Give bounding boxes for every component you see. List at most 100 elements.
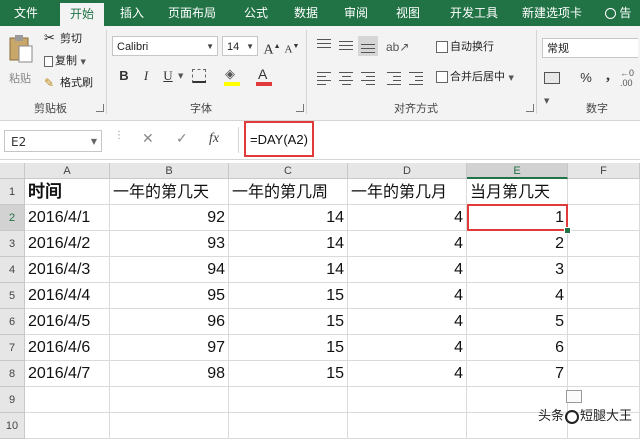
enter-icon[interactable]: ✓ <box>176 131 188 147</box>
cell-e3[interactable]: 2 <box>467 231 568 257</box>
cell-b6[interactable]: 96 <box>110 309 229 335</box>
align-middle-button[interactable] <box>336 36 356 56</box>
cell-a6[interactable]: 2016/4/5 <box>25 309 110 335</box>
comma-style-button[interactable]: , <box>598 66 618 86</box>
orientation-button[interactable]: ab↗ <box>386 36 412 56</box>
cell-c4[interactable]: 14 <box>229 257 348 283</box>
cancel-icon[interactable]: ✕ <box>142 131 154 147</box>
row-header-10[interactable]: 10 <box>0 413 25 439</box>
font-size-select[interactable]: 14 ▼ <box>222 36 258 56</box>
tab-new[interactable]: 新建选项卡 <box>518 0 586 26</box>
fill-color-button[interactable]: ◈ <box>222 66 244 88</box>
increase-indent-button[interactable] <box>406 68 426 88</box>
cell-c3[interactable]: 14 <box>229 231 348 257</box>
cell-e6[interactable]: 5 <box>467 309 568 335</box>
cell-d4[interactable]: 4 <box>348 257 467 283</box>
cell-c6[interactable]: 15 <box>229 309 348 335</box>
row-header-5[interactable]: 5 <box>0 283 25 309</box>
row-header-4[interactable]: 4 <box>0 257 25 283</box>
tab-developer[interactable]: 开发工具 <box>442 0 506 26</box>
align-center-button[interactable] <box>336 68 356 88</box>
tab-file[interactable]: 文件 <box>8 0 44 26</box>
tab-insert[interactable]: 插入 <box>112 0 152 26</box>
decrease-indent-button[interactable] <box>384 68 404 88</box>
insert-function-icon[interactable]: fx <box>209 131 219 147</box>
tab-view[interactable]: 视图 <box>388 0 428 26</box>
currency-button[interactable]: ▼ <box>544 68 568 105</box>
italic-button[interactable]: I <box>136 66 156 86</box>
cell-d9[interactable] <box>348 387 467 413</box>
cell-f3[interactable] <box>568 231 640 257</box>
row-header-6[interactable]: 6 <box>0 309 25 335</box>
cell-c7[interactable]: 15 <box>229 335 348 361</box>
cell-f1[interactable] <box>568 179 640 205</box>
cell-a8[interactable]: 2016/4/7 <box>25 361 110 387</box>
column-header-b[interactable]: B <box>110 163 229 179</box>
cell-d1[interactable]: 一年的第几月 <box>348 179 467 205</box>
cell-c2[interactable]: 14 <box>229 205 348 231</box>
cell-a2[interactable]: 2016/4/1 <box>25 205 110 231</box>
chevron-down-icon[interactable]: ▼ <box>178 72 183 80</box>
cell-e2[interactable]: 1 <box>467 205 568 231</box>
cell-e8[interactable]: 7 <box>467 361 568 387</box>
cell-c9[interactable] <box>229 387 348 413</box>
increase-decimal-button[interactable]: ←0.00 <box>620 68 638 88</box>
copy-button[interactable]: 复制 ▼ <box>44 52 86 70</box>
quick-analysis-icon[interactable] <box>566 390 582 403</box>
cell-d8[interactable]: 4 <box>348 361 467 387</box>
cell-b10[interactable] <box>110 413 229 439</box>
align-right-button[interactable] <box>358 68 378 88</box>
cell-d3[interactable]: 4 <box>348 231 467 257</box>
alignment-launcher-icon[interactable] <box>526 104 534 112</box>
cell-c10[interactable] <box>229 413 348 439</box>
column-header-d[interactable]: D <box>348 163 467 179</box>
select-all-corner[interactable] <box>0 163 25 179</box>
font-name-select[interactable]: Calibri ▼ <box>112 36 218 56</box>
cell-f6[interactable] <box>568 309 640 335</box>
align-top-button[interactable] <box>314 36 334 56</box>
cell-e7[interactable]: 6 <box>467 335 568 361</box>
tab-data[interactable]: 数据 <box>286 0 326 26</box>
column-header-c[interactable]: C <box>229 163 348 179</box>
cell-d6[interactable]: 4 <box>348 309 467 335</box>
format-painter-button[interactable]: ✎ 格式刷 <box>44 74 93 92</box>
cell-b9[interactable] <box>110 387 229 413</box>
cell-b4[interactable]: 94 <box>110 257 229 283</box>
cell-b5[interactable]: 95 <box>110 283 229 309</box>
wrap-text-button[interactable]: 自动换行 <box>436 38 494 56</box>
borders-button[interactable] <box>192 69 206 83</box>
row-header-3[interactable]: 3 <box>0 231 25 257</box>
row-header-7[interactable]: 7 <box>0 335 25 361</box>
font-launcher-icon[interactable] <box>296 104 304 112</box>
clipboard-launcher-icon[interactable] <box>96 104 104 112</box>
formula-input[interactable]: =DAY(A2) <box>244 121 314 157</box>
align-bottom-button[interactable] <box>358 36 378 56</box>
cell-b1[interactable]: 一年的第几天 <box>110 179 229 205</box>
cell-d2[interactable]: 4 <box>348 205 467 231</box>
row-header-9[interactable]: 9 <box>0 387 25 413</box>
cell-a1[interactable]: 时间 <box>25 179 110 205</box>
row-header-8[interactable]: 8 <box>0 361 25 387</box>
grow-font-button[interactable]: A▲ <box>262 36 282 58</box>
cell-d5[interactable]: 4 <box>348 283 467 309</box>
column-header-f[interactable]: F <box>568 163 640 179</box>
cut-button[interactable]: ✂ 剪切 <box>44 30 82 48</box>
name-box[interactable]: E2 ▼ <box>4 130 102 152</box>
bold-button[interactable]: B <box>114 66 134 86</box>
cell-b3[interactable]: 93 <box>110 231 229 257</box>
cell-f5[interactable] <box>568 283 640 309</box>
cell-f2[interactable] <box>568 205 640 231</box>
cell-a3[interactable]: 2016/4/2 <box>25 231 110 257</box>
tab-page-layout[interactable]: 页面布局 <box>160 0 224 26</box>
column-header-e[interactable]: E <box>467 163 568 179</box>
percent-button[interactable]: % <box>576 68 596 88</box>
cell-d7[interactable]: 4 <box>348 335 467 361</box>
number-format-select[interactable]: 常规 <box>542 38 638 58</box>
cell-e4[interactable]: 3 <box>467 257 568 283</box>
underline-button[interactable]: U <box>158 66 178 86</box>
column-header-a[interactable]: A <box>25 163 110 179</box>
tab-home[interactable]: 开始 <box>60 3 104 26</box>
cell-f8[interactable] <box>568 361 640 387</box>
cell-e1[interactable]: 当月第几天 <box>467 179 568 205</box>
cell-b7[interactable]: 97 <box>110 335 229 361</box>
